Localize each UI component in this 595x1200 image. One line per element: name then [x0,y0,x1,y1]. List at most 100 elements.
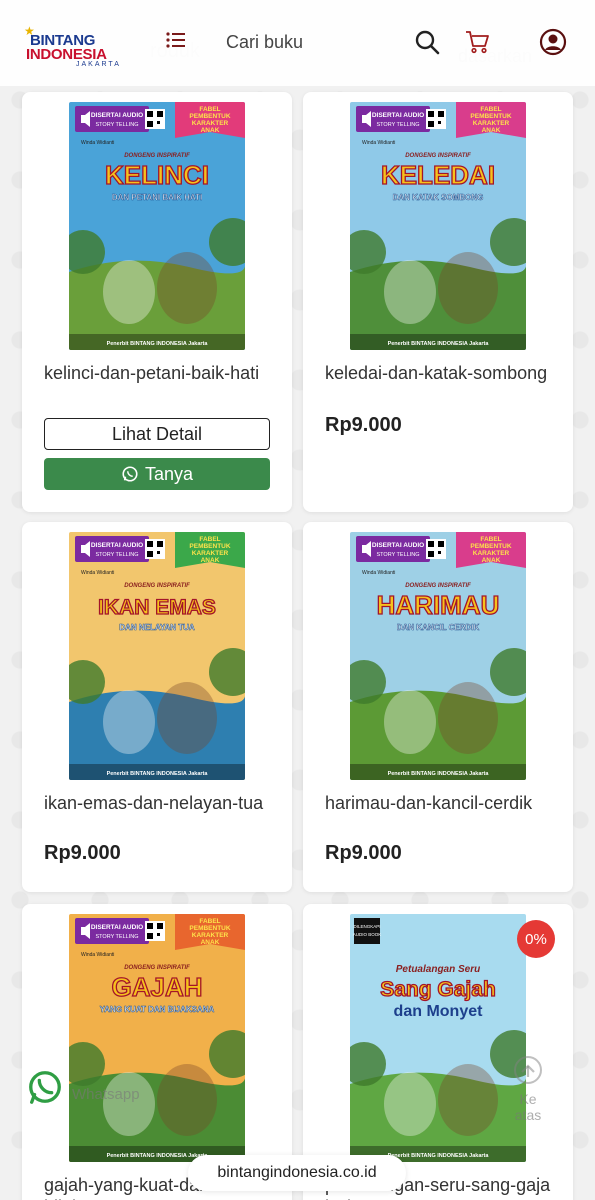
svg-text:KARAKTER: KARAKTER [473,550,510,557]
cart-icon[interactable] [464,29,490,55]
svg-text:KELINCI: KELINCI [105,160,209,190]
qr-code-icon [145,921,165,941]
svg-text:AUDIO BOOK: AUDIO BOOK [353,932,382,937]
product-card[interactable]: DISERTAI AUDIO STORY TELLING FABEL PEMBENTU… [303,522,573,892]
back-to-top-label-2: atas [514,1107,542,1123]
svg-text:PEMBENTUK: PEMBENTUK [189,543,230,550]
svg-text:Sang Gajah: Sang Gajah [380,978,496,1001]
svg-text:dan Monyet: dan Monyet [394,1003,484,1020]
product-price: Rp9.000 [325,414,402,436]
cover-art: DISERTAI AUDIO STORY TELLING FABELPEMBENTU… [69,102,245,350]
cover-art: DISERTAI AUDIO STORY TELLING FABELPEMBENTU… [350,532,526,780]
svg-text:DISERTAI AUDIO: DISERTAI AUDIO [91,542,143,549]
site-logo[interactable]: ★ BINTANG INDONESIA JAKARTA [24,24,134,68]
back-to-top-button[interactable]: Ke atas [508,1054,548,1123]
product-card[interactable]: DISERTAI AUDIO STORY TELLING FABEL PEMBENTU… [22,522,292,892]
svg-text:STORY TELLING: STORY TELLING [95,122,138,128]
qr-code-icon [145,539,165,559]
view-detail-button[interactable]: Lihat Detail [44,418,270,450]
svg-text:DONGENG INSPIRATIF: DONGENG INSPIRATIF [124,965,190,971]
svg-text:KARAKTER: KARAKTER [192,932,229,939]
svg-text:IKAN EMAS: IKAN EMAS [98,596,216,619]
svg-text:Winda Widianti: Winda Widianti [362,570,395,576]
whatsapp-icon [29,1071,61,1104]
svg-text:Penerbit BINTANG INDONESIA Jak: Penerbit BINTANG INDONESIA Jakarta [107,1153,209,1159]
svg-text:PEMBENTUK: PEMBENTUK [470,113,511,120]
svg-text:FABEL: FABEL [480,106,501,113]
qr-code-icon [426,109,446,129]
product-title[interactable]: harimau-dan-kancil-cerdik [325,792,555,814]
svg-text:FABEL: FABEL [199,536,220,543]
ask-button-label: Tanya [144,463,194,484]
product-title[interactable]: ikan-emas-dan-nelayan-tua [44,792,274,814]
browser-url-bar[interactable]: bintangindonesia.co.id [188,1155,406,1191]
book-cover[interactable]: DISERTAI AUDIO STORY TELLING FABEL PEMBENTU… [350,102,526,350]
svg-text:KARAKTER: KARAKTER [192,120,229,127]
svg-text:Penerbit BINTANG INDONESIA Jak: Penerbit BINTANG INDONESIA Jakarta [107,341,209,347]
svg-text:PEMBENTUK: PEMBENTUK [470,543,511,550]
svg-text:Winda Widianti: Winda Widianti [362,140,395,146]
book-cover[interactable]: DISERTAI AUDIO STORY TELLING FABEL PEMBENTU… [69,914,245,1162]
svg-text:YANG KUAT DAN BIJAKSANA: YANG KUAT DAN BIJAKSANA [100,1005,215,1014]
product-card[interactable]: DISERTAI AUDIO STORY TELLING FABEL PEMBENTU… [303,92,573,512]
svg-text:DONGENG INSPIRATIF: DONGENG INSPIRATIF [405,153,471,159]
whatsapp-float-button[interactable]: Whatsapp [26,1068,140,1106]
svg-text:STORY TELLING: STORY TELLING [376,552,419,558]
svg-text:ANAK: ANAK [482,127,501,134]
back-to-top-label-1: Ke [519,1091,537,1107]
svg-text:DONGENG INSPIRATIF: DONGENG INSPIRATIF [124,583,190,589]
svg-text:DAN KATAK SOMBONG: DAN KATAK SOMBONG [393,193,484,202]
svg-text:STORY TELLING: STORY TELLING [376,122,419,128]
product-title[interactable]: keledai-dan-katak-sombong [325,362,555,384]
cover-art: DISERTAI AUDIO STORY TELLING FABELPEMBENTU… [350,102,526,350]
logo-text-city: JAKARTA [76,61,121,68]
svg-text:DISERTAI AUDIO: DISERTAI AUDIO [372,542,424,549]
svg-text:KARAKTER: KARAKTER [192,550,229,557]
cover-art: DISERTAI AUDIO STORY TELLING FABELPEMBENTU… [69,914,245,1162]
svg-text:GAJAH: GAJAH [111,972,202,1002]
cover-art: DISERTAI AUDIO STORY TELLING FABELPEMBENTU… [69,532,245,780]
search-input[interactable]: Cari buku [226,32,303,53]
svg-text:DISERTAI AUDIO: DISERTAI AUDIO [91,924,143,931]
svg-text:DILENGKAPI: DILENGKAPI [353,924,380,929]
discount-badge: 0% [517,920,555,958]
svg-text:Winda Widianti: Winda Widianti [81,570,114,576]
svg-text:DISERTAI AUDIO: DISERTAI AUDIO [91,112,143,119]
svg-text:PEMBENTUK: PEMBENTUK [189,113,230,120]
svg-text:FABEL: FABEL [199,106,220,113]
svg-text:DAN PETANI BAIK HATI: DAN PETANI BAIK HATI [112,193,202,202]
svg-text:Penerbit BINTANG INDONESIA Jak: Penerbit BINTANG INDONESIA Jakarta [107,771,209,777]
whatsapp-icon [122,466,138,482]
svg-text:FABEL: FABEL [199,918,220,925]
product-price: Rp9.000 [44,842,121,864]
arrow-up-icon [514,1056,542,1084]
site-header: ★ BINTANG INDONESIA JAKARTA Cari buku [0,0,595,86]
svg-text:KELEDAI: KELEDAI [381,160,495,190]
svg-text:Penerbit BINTANG INDONESIA Jak: Penerbit BINTANG INDONESIA Jakarta [388,1153,490,1159]
search-icon[interactable] [414,29,440,55]
svg-text:FABEL: FABEL [480,536,501,543]
svg-text:ANAK: ANAK [201,127,220,134]
svg-text:Penerbit BINTANG INDONESIA Jak: Penerbit BINTANG INDONESIA Jakarta [388,341,490,347]
book-cover[interactable]: DISERTAI AUDIO STORY TELLING FABEL PEMBENTU… [69,102,245,350]
svg-text:STORY TELLING: STORY TELLING [95,934,138,940]
whatsapp-label: Whatsapp [72,1085,140,1103]
svg-text:Winda Widianti: Winda Widianti [81,140,114,146]
svg-text:ANAK: ANAK [482,557,501,564]
book-cover[interactable]: DISERTAI AUDIO STORY TELLING FABEL PEMBENTU… [350,532,526,780]
book-cover[interactable]: DILENGKAPI AUDIO BOOK Petualangan Seru Sang… [350,914,526,1162]
ask-whatsapp-button[interactable]: Tanya [44,458,270,490]
product-card[interactable]: DISERTAI AUDIO STORY TELLING FABEL PEMBENTU… [22,92,292,512]
svg-text:DISERTAI AUDIO: DISERTAI AUDIO [372,112,424,119]
svg-text:DAN KANCIL CERDIK: DAN KANCIL CERDIK [397,623,480,632]
product-title[interactable]: kelinci-dan-petani-baik-hati [44,362,274,384]
svg-text:Winda Widianti: Winda Widianti [81,952,114,958]
svg-text:STORY TELLING: STORY TELLING [95,552,138,558]
svg-text:DONGENG INSPIRATIF: DONGENG INSPIRATIF [405,583,471,589]
book-cover[interactable]: DISERTAI AUDIO STORY TELLING FABEL PEMBENTU… [69,532,245,780]
user-icon[interactable] [539,28,567,56]
menu-icon[interactable] [165,30,189,50]
svg-text:KARAKTER: KARAKTER [473,120,510,127]
svg-text:Petualangan Seru: Petualangan Seru [396,964,480,975]
qr-code-icon [426,539,446,559]
